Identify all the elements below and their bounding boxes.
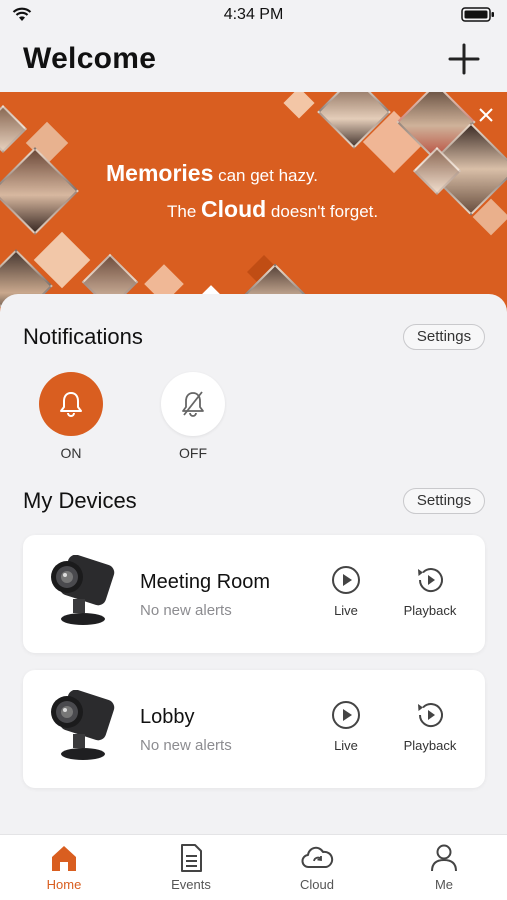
- document-icon: [181, 844, 202, 872]
- banner-subheadline: The Cloud doesn't forget.: [167, 196, 378, 223]
- playback-label: Playback: [403, 603, 457, 618]
- tab-events-label: Events: [171, 877, 211, 892]
- tab-events[interactable]: Events: [151, 843, 231, 892]
- banner-subheadline-prefix: The: [167, 202, 202, 221]
- replay-icon: [418, 703, 443, 727]
- banner-headline-rest: can get hazy.: [213, 166, 318, 185]
- notifications-off-button[interactable]: [161, 372, 225, 436]
- banner-headline: Memories can get hazy.: [106, 160, 318, 187]
- device-card[interactable]: Meeting Room No new alerts Live Playback: [23, 535, 485, 653]
- tab-cloud[interactable]: Cloud: [277, 843, 357, 892]
- notifications-off-label: OFF: [179, 445, 207, 461]
- live-button[interactable]: Live: [323, 565, 369, 618]
- plus-icon: [448, 43, 480, 75]
- replay-icon: [418, 568, 443, 592]
- playback-button[interactable]: Playback: [395, 700, 465, 753]
- tab-cloud-label: Cloud: [300, 877, 334, 892]
- notifications-on-label: ON: [60, 445, 82, 461]
- battery-icon: [461, 7, 494, 22]
- banner-subheadline-rest: doesn't forget.: [266, 202, 379, 221]
- device-name: Meeting Room: [140, 571, 271, 593]
- device-card[interactable]: Lobby No new alerts Live Playback: [23, 670, 485, 788]
- live-button[interactable]: Live: [323, 700, 369, 753]
- close-banner-icon[interactable]: [477, 106, 495, 124]
- cloud-icon: [301, 846, 334, 868]
- notifications-title: Notifications: [23, 324, 143, 349]
- banner-subheadline-emphasis: Cloud: [201, 196, 267, 222]
- home-icon: [52, 846, 76, 871]
- device-status: No new alerts: [140, 737, 232, 754]
- user-icon: [431, 844, 457, 872]
- status-bar: 4:34 PM: [0, 0, 507, 30]
- banner-photo: [0, 147, 79, 235]
- play-icon: [332, 566, 360, 594]
- bell-icon: [60, 392, 82, 417]
- my-devices-title: My Devices: [23, 488, 137, 513]
- add-device-button[interactable]: [447, 42, 481, 76]
- tab-me[interactable]: Me: [404, 843, 484, 892]
- bell-off-icon: [182, 391, 204, 417]
- header: Welcome: [0, 30, 507, 92]
- notifications-on-button[interactable]: [39, 372, 103, 436]
- camera-icon: [51, 555, 115, 625]
- status-time: 4:34 PM: [223, 6, 284, 23]
- device-status: No new alerts: [140, 602, 232, 619]
- cloud-promo-banner[interactable]: Memories can get hazy. The Cloud doesn't…: [0, 92, 507, 312]
- notifications-settings-button[interactable]: Settings: [403, 324, 485, 350]
- live-label: Live: [334, 603, 358, 618]
- tab-bar: Home Events Cloud Me: [0, 834, 507, 900]
- playback-button[interactable]: Playback: [395, 565, 465, 618]
- banner-headline-emphasis: Memories: [106, 160, 214, 186]
- camera-icon: [51, 690, 115, 760]
- content-sheet: Notifications Settings ON OFF My Devices…: [0, 294, 507, 834]
- page-title: Welcome: [23, 42, 157, 75]
- tab-home-label: Home: [46, 877, 82, 892]
- banner-tile: [283, 92, 315, 119]
- banner-photo: [0, 104, 28, 154]
- devices-settings-button[interactable]: Settings: [403, 488, 485, 514]
- playback-label: Playback: [403, 738, 457, 753]
- device-name: Lobby: [140, 706, 195, 728]
- live-label: Live: [334, 738, 358, 753]
- tab-home[interactable]: Home: [24, 843, 104, 892]
- tab-me-label: Me: [434, 877, 454, 892]
- play-icon: [332, 701, 360, 729]
